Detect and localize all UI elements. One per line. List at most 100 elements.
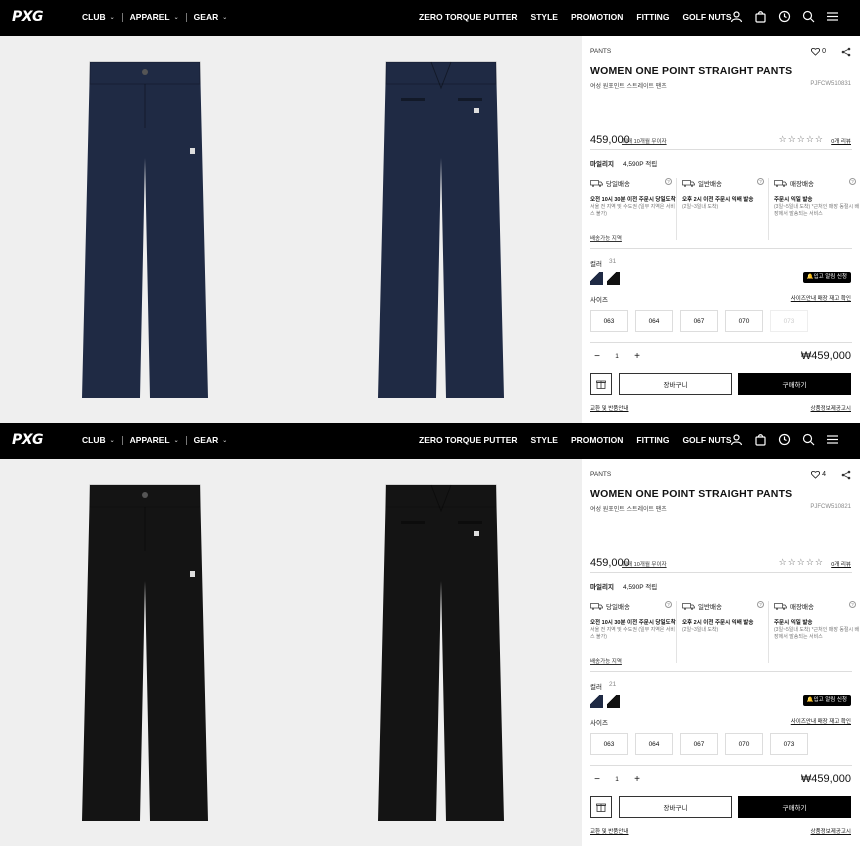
size-option-073[interactable]: 073 (770, 733, 808, 755)
product-subtitle: 여성 원포인트 스트레이트 팬츠 (590, 507, 667, 513)
product-info: PANTS 0 WOMEN ONE POINT STRAIGHT PANTS 여성 원… (582, 36, 860, 423)
size-option-064[interactable]: 064 (635, 310, 673, 332)
color-swatch[interactable] (590, 695, 603, 708)
exchange-return-link[interactable]: 교환 및 반품안내 (590, 827, 628, 835)
help-icon[interactable]: ? (849, 178, 856, 185)
user-icon[interactable] (730, 10, 743, 23)
size-option-063[interactable]: 063 (590, 310, 628, 332)
left-nav: CLUB ⌄ APPAREL ⌄ GEAR ⌄ (82, 435, 227, 445)
color-label: 컬러 (590, 261, 602, 268)
reviews-link[interactable]: 0개 리뷰 (831, 560, 851, 568)
shipping-desc: 오전 10시 30분 이전 주문시 당일도착 (590, 620, 676, 626)
truck-icon (682, 179, 695, 187)
mileage-value: 4,590P 적립 (623, 584, 658, 591)
history-icon[interactable] (778, 10, 791, 23)
search-icon[interactable] (802, 433, 815, 446)
quantity-value: 1 (615, 353, 619, 360)
add-to-cart-button[interactable]: 장바구니 (619, 373, 732, 395)
right-nav: ZERO TORQUE PUTTER STYLE PROMOTION FITTING G… (419, 12, 745, 22)
nav-item-club[interactable]: CLUB ⌄ (82, 435, 115, 445)
color-swatch[interactable] (590, 272, 603, 285)
help-icon[interactable]: ? (665, 178, 672, 185)
size-label: 사이즈 (590, 297, 608, 304)
nav-item-gear[interactable]: GEAR ⌄ (194, 12, 228, 22)
size-option-067[interactable]: 067 (680, 733, 718, 755)
quantity-stepper: − 1 + (590, 774, 644, 785)
help-icon[interactable]: ? (757, 601, 764, 608)
search-icon[interactable] (802, 10, 815, 23)
decrement-button[interactable]: − (590, 774, 604, 785)
nav-item-golf-nuts[interactable]: GOLF NUTS (682, 12, 731, 22)
product-code: PJFCW510821 (810, 504, 851, 510)
reviews-link[interactable]: 0개 리뷰 (831, 137, 851, 145)
share-icon[interactable] (841, 47, 851, 57)
logo[interactable]: PXG (12, 432, 44, 448)
menu-icon[interactable] (826, 10, 839, 23)
installment-link[interactable]: 최대 10개월 무이자 (622, 560, 667, 568)
restock-notify-button[interactable]: 🔔 입고 알림 신청 (802, 272, 851, 283)
share-icon[interactable] (841, 470, 851, 480)
size-option-064[interactable]: 064 (635, 733, 673, 755)
nav-item-promotion[interactable]: PROMOTION (571, 435, 623, 445)
product-panel: PXG CLUB ⌄ APPAREL ⌄ GEAR ⌄ ZERO TORQUE PUTTER S… (0, 423, 860, 846)
color-swatch[interactable] (607, 272, 620, 285)
nav-item-apparel[interactable]: APPAREL ⌄ (130, 435, 179, 445)
history-icon[interactable] (778, 433, 791, 446)
nav-item-gear[interactable]: GEAR ⌄ (194, 435, 228, 445)
shipping-header: 매장배송 (774, 601, 860, 611)
restock-notify-button[interactable]: 🔔 입고 알림 신청 (802, 695, 851, 706)
like-button[interactable]: 0 (811, 47, 826, 56)
product-info-notice-link[interactable]: 상품정보제공고시 (811, 827, 851, 835)
help-icon[interactable]: ? (665, 601, 672, 608)
size-option-070[interactable]: 070 (725, 310, 763, 332)
installment-link[interactable]: 최대 10개월 무이자 (622, 137, 667, 145)
nav-item-apparel[interactable]: APPAREL ⌄ (130, 12, 179, 22)
help-icon[interactable]: ? (849, 601, 856, 608)
nav-item-golf-nuts[interactable]: GOLF NUTS (682, 435, 731, 445)
menu-icon[interactable] (826, 433, 839, 446)
shipping-note: (2일~3일내 도착) (682, 627, 719, 633)
total-price: ₩459,000 (800, 773, 851, 785)
size-options: 063 064 067 070 073 (590, 310, 815, 332)
increment-button[interactable]: + (630, 351, 644, 362)
nav-divider (185, 12, 187, 22)
size-option-070[interactable]: 070 (725, 733, 763, 755)
logo[interactable]: PXG (12, 9, 44, 25)
total-price: ₩459,000 (800, 350, 851, 362)
shipping-area-link[interactable]: 배송가능 지역 (590, 657, 622, 665)
product-info-notice-link[interactable]: 상품정보제공고시 (811, 404, 851, 412)
size-guide-links[interactable]: 사이즈안내 매장 재고 확인 (791, 717, 851, 725)
decrement-button[interactable]: − (590, 351, 604, 362)
nav-item-style[interactable]: STYLE (531, 12, 558, 22)
rating-stars: ☆☆☆☆☆ (778, 134, 824, 144)
shipping-area-link[interactable]: 배송가능 지역 (590, 234, 622, 242)
divider (676, 178, 677, 240)
size-option-067[interactable]: 067 (680, 310, 718, 332)
nav-item-zero-torque-putter[interactable]: ZERO TORQUE PUTTER (419, 435, 518, 445)
nav-item-club[interactable]: CLUB ⌄ (82, 12, 115, 22)
nav-item-style[interactable]: STYLE (531, 435, 558, 445)
nav-item-fitting[interactable]: FITTING (636, 12, 669, 22)
nav-item-promotion[interactable]: PROMOTION (571, 12, 623, 22)
divider (590, 149, 852, 150)
user-icon[interactable] (730, 433, 743, 446)
size-option-063[interactable]: 063 (590, 733, 628, 755)
exchange-return-link[interactable]: 교환 및 반품안내 (590, 404, 628, 412)
buy-now-button[interactable]: 구매하기 (738, 796, 851, 818)
bag-icon[interactable] (754, 10, 767, 23)
gift-button[interactable] (590, 796, 612, 818)
chevron-down-icon: ⌄ (173, 14, 179, 21)
mileage-label: 마일리지 (590, 161, 614, 168)
color-swatch[interactable] (607, 695, 620, 708)
gift-button[interactable] (590, 373, 612, 395)
increment-button[interactable]: + (630, 774, 644, 785)
add-to-cart-button[interactable]: 장바구니 (619, 796, 732, 818)
size-guide-links[interactable]: 사이즈안내 매장 재고 확인 (791, 294, 851, 302)
bag-icon[interactable] (754, 433, 767, 446)
nav-item-fitting[interactable]: FITTING (636, 435, 669, 445)
buy-now-button[interactable]: 구매하기 (738, 373, 851, 395)
nav-divider (185, 435, 187, 445)
help-icon[interactable]: ? (757, 178, 764, 185)
like-button[interactable]: 4 (811, 470, 826, 479)
nav-item-zero-torque-putter[interactable]: ZERO TORQUE PUTTER (419, 12, 518, 22)
